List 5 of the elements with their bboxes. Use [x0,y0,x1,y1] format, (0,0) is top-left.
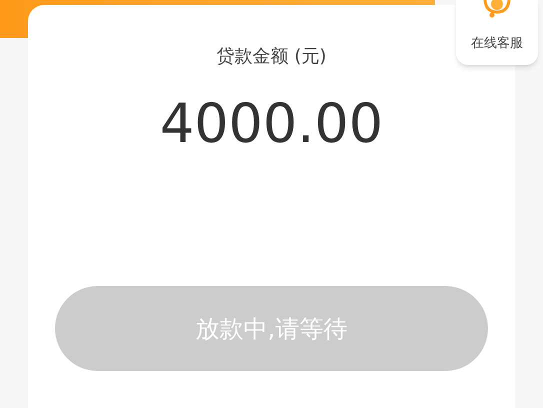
support-widget[interactable]: 在线客服 [456,0,538,65]
support-label: 在线客服 [471,35,523,53]
loan-amount-label: 贷款金额 (元) [216,45,326,69]
headset-icon [482,0,512,18]
loan-amount: 4000.00 [160,92,384,156]
